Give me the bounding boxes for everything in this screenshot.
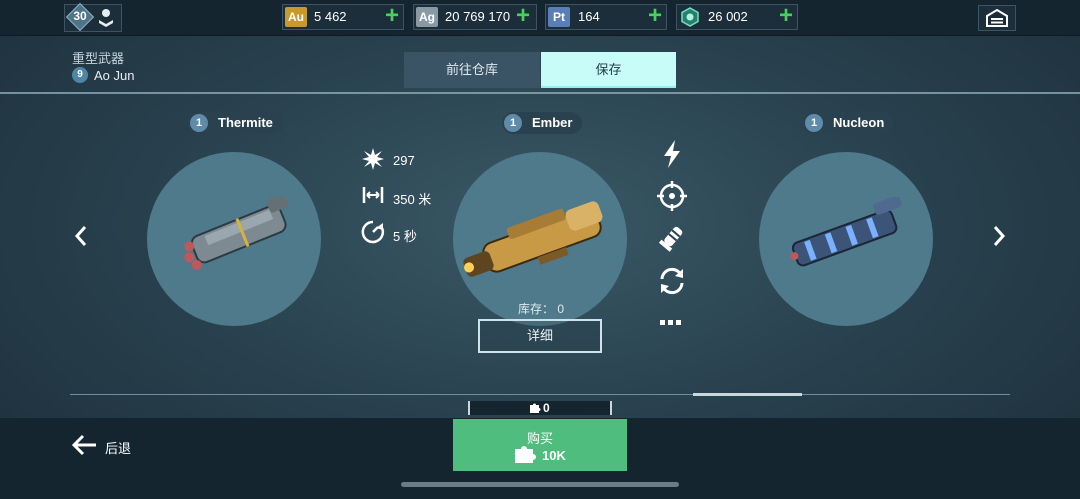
previous-weapon-arrow[interactable] xyxy=(72,224,90,248)
cycle-icon[interactable] xyxy=(656,265,688,297)
buy-price: 10K xyxy=(542,448,566,463)
weapon-name-pill-left: 1 Thermite xyxy=(188,112,283,134)
reload-icon xyxy=(361,220,385,244)
more-options-icon[interactable] xyxy=(660,318,684,326)
platinum-value: 164 xyxy=(578,9,600,24)
weapon-name: Nucleon xyxy=(833,115,885,130)
damage-value: 297 xyxy=(393,153,415,168)
details-button[interactable]: 详细 xyxy=(478,319,602,353)
platinum-badge: Pt xyxy=(548,7,570,27)
nucleon-weapon-icon xyxy=(790,197,902,267)
weapon-level-badge: 1 xyxy=(504,114,522,132)
player-level: 30 xyxy=(73,9,87,23)
keys-value: 26 002 xyxy=(708,9,748,24)
crosshair-icon[interactable] xyxy=(656,180,688,212)
silver-value: 20 769 170 xyxy=(445,9,511,24)
add-keys-button[interactable]: + xyxy=(775,4,797,28)
weapon-slot-left[interactable] xyxy=(147,152,321,326)
pilot-name: Ao Jun xyxy=(94,68,135,83)
weapon-name-pill-right: 1 Nucleon xyxy=(803,112,895,134)
pilot-level-badge: 9 xyxy=(72,67,88,83)
hexagon-key-icon xyxy=(681,7,699,27)
add-platinum-button[interactable]: + xyxy=(644,4,666,28)
puzzle-piece-icon xyxy=(530,403,541,413)
ammo-icon[interactable] xyxy=(656,222,688,254)
tab-go-to-warehouse[interactable]: 前往仓库 xyxy=(404,52,540,88)
gold-value: 5 462 xyxy=(314,9,347,24)
category-title: 重型武器 xyxy=(72,51,125,66)
weapon-name: Thermite xyxy=(218,115,273,130)
home-indicator[interactable] xyxy=(401,482,679,487)
header-divider xyxy=(0,92,1080,94)
carousel-scroll-track xyxy=(70,394,1010,395)
tab-save[interactable]: 保存 xyxy=(541,52,676,88)
gold-badge: Au xyxy=(285,7,307,27)
thermite-weapon-icon xyxy=(184,197,289,270)
hangar-button[interactable] xyxy=(978,5,1016,31)
stock-count: 库存： 0 xyxy=(518,302,565,316)
silver-badge: Ag xyxy=(416,7,438,27)
add-gold-button[interactable]: + xyxy=(381,4,403,28)
weapon-level-badge: 1 xyxy=(805,114,823,132)
carousel-scroll-thumb[interactable] xyxy=(693,393,802,396)
back-button[interactable]: 后退 xyxy=(105,438,131,457)
back-arrow-icon[interactable] xyxy=(72,434,98,456)
reload-value: 5 秒 xyxy=(393,229,417,244)
top-bar xyxy=(0,0,1080,36)
lightning-icon[interactable] xyxy=(656,138,688,170)
damage-icon xyxy=(362,148,384,170)
range-value: 350 米 xyxy=(393,192,432,207)
weapon-name-pill-center: 1 Ember xyxy=(502,112,583,134)
ember-weapon-icon xyxy=(463,201,603,277)
range-icon xyxy=(362,187,384,203)
weapon-slot-right[interactable] xyxy=(759,152,933,326)
hangar-icon xyxy=(986,9,1008,27)
weapon-level-badge: 1 xyxy=(190,114,208,132)
rank-icon xyxy=(99,9,113,27)
add-silver-button[interactable]: + xyxy=(512,4,534,28)
next-weapon-arrow[interactable] xyxy=(990,224,1008,248)
buy-label: 购买 xyxy=(526,431,553,446)
parts-count: 0 xyxy=(543,401,550,415)
puzzle-piece-icon xyxy=(515,446,536,463)
weapon-name: Ember xyxy=(532,115,573,130)
